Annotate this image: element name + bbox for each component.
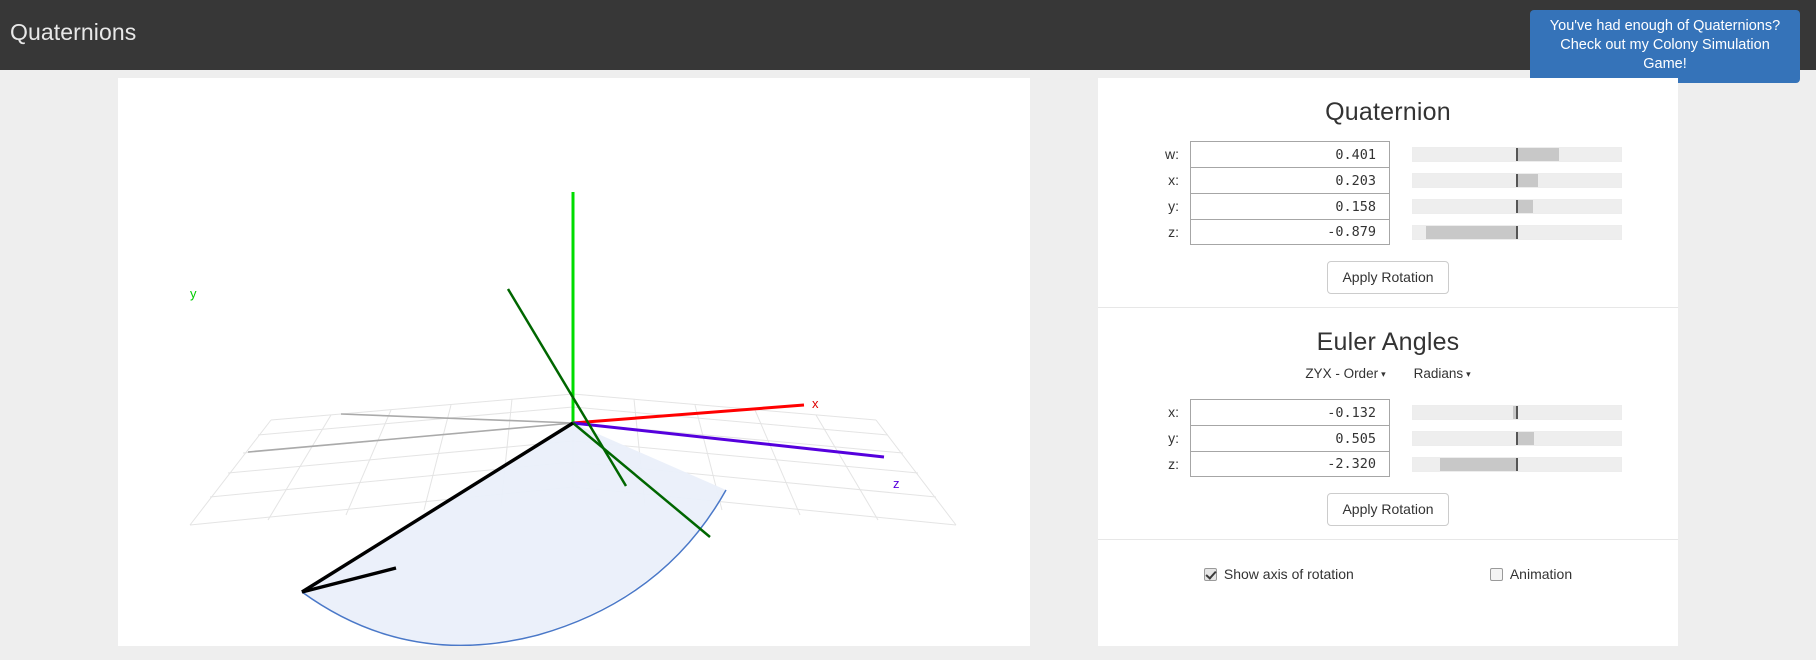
- option-animation[interactable]: Animation: [1489, 566, 1573, 582]
- quaternion-input-y[interactable]: [1190, 193, 1390, 219]
- option-show-axis-of-rotation[interactable]: Show axis of rotation: [1203, 566, 1354, 582]
- slider-fill: [1517, 199, 1534, 213]
- axis-x-line: [572, 403, 805, 425]
- slider-center-tick: [1516, 199, 1518, 213]
- euler-input-y[interactable]: [1190, 425, 1390, 451]
- options-row: Show axis of rotation Animation: [1098, 540, 1678, 582]
- slider-center-tick: [1516, 457, 1518, 471]
- quaternion-label-1: x:: [1168, 172, 1179, 188]
- euler-order-label: ZYX - Order: [1305, 366, 1379, 381]
- euler-fields: x: y: z:: [1098, 399, 1678, 477]
- euler-input-x[interactable]: [1190, 399, 1390, 425]
- slider-center-tick: [1516, 173, 1518, 187]
- axis-label-z: z: [893, 476, 900, 491]
- euler-apply-rotation-button[interactable]: Apply Rotation: [1327, 493, 1449, 526]
- quaternion-input-z[interactable]: [1190, 219, 1390, 245]
- quaternion-slider-z[interactable]: [1412, 224, 1622, 240]
- euler-slider-x[interactable]: [1412, 404, 1622, 420]
- euler-label-1: y:: [1168, 430, 1179, 446]
- quaternion-fields: w: x: y: z:: [1098, 141, 1678, 245]
- quaternion-label-0: w:: [1165, 146, 1179, 162]
- rotation-scene[interactable]: y x z: [118, 78, 1030, 646]
- top-navbar: Quaternions You've had enough of Quatern…: [0, 0, 1816, 83]
- euler-input-z[interactable]: [1190, 451, 1390, 477]
- quaternion-section: Quaternion w: x: y: z: Apply Rotation: [1098, 78, 1678, 308]
- euler-order-dropdown[interactable]: ZYX - Order ▾: [1305, 366, 1385, 381]
- euler-section: Euler Angles ZYX - Order▾ Radians▾ x:y:z…: [1098, 308, 1678, 540]
- quaternion-slider-x[interactable]: [1412, 172, 1622, 188]
- quaternion-input-w[interactable]: [1190, 141, 1390, 167]
- euler-label-2: z:: [1168, 456, 1179, 472]
- options-section: Show axis of rotation Animation: [1098, 540, 1678, 582]
- axis-label-y: y: [190, 286, 197, 301]
- euler-title: Euler Angles: [1316, 328, 1460, 356]
- grid-center-lines: [247, 413, 574, 453]
- quaternion-input-x[interactable]: [1190, 167, 1390, 193]
- chevron-down-icon: ▾: [1381, 369, 1386, 379]
- euler-slider-y[interactable]: [1412, 430, 1622, 446]
- euler-apply-row: Apply Rotation: [1098, 493, 1678, 526]
- quaternion-label-2: y:: [1168, 198, 1179, 214]
- euler-unit-dropdown[interactable]: Radians ▾: [1414, 366, 1471, 381]
- promo-colony-game-button[interactable]: You've had enough of Quaternions? Check …: [1530, 10, 1800, 83]
- rotation-viewport[interactable]: y x z: [118, 78, 1030, 646]
- euler-slider-z[interactable]: [1412, 456, 1622, 472]
- checkbox-icon[interactable]: [1203, 567, 1217, 581]
- slider-center-tick: [1516, 431, 1518, 445]
- slider-fill: [1440, 457, 1517, 471]
- checkbox-icon[interactable]: [1489, 567, 1503, 581]
- slider-fill: [1517, 147, 1559, 161]
- slider-center-tick: [1516, 147, 1518, 161]
- app-title: Quaternions: [10, 19, 137, 45]
- app-root: Quaternions You've had enough of Quatern…: [0, 0, 1816, 660]
- option-label: Show axis of rotation: [1223, 566, 1354, 582]
- promo-line-2: Check out my Colony Simulation Game!: [1560, 37, 1770, 72]
- slider-fill: [1517, 173, 1539, 187]
- euler-dropdown-row: ZYX - Order ▾ Radians ▾: [1098, 366, 1678, 381]
- quaternion-title: Quaternion: [1325, 98, 1451, 126]
- slider-center-tick: [1516, 225, 1518, 239]
- chevron-down-icon: ▾: [1466, 369, 1471, 379]
- rotation-sector-fill: [302, 423, 726, 645]
- quaternion-apply-row: Apply Rotation: [1098, 261, 1678, 294]
- quaternion-apply-rotation-button[interactable]: Apply Rotation: [1327, 261, 1449, 294]
- euler-label-0: x:: [1168, 404, 1179, 420]
- axis-label-x: x: [812, 396, 819, 411]
- option-label: Animation: [1509, 566, 1573, 582]
- controls-column: Quaternion w: x: y: z: Apply Rotation Euler…: [1098, 78, 1678, 646]
- promo-line-1: You've had enough of Quaternions?: [1549, 18, 1781, 34]
- quaternion-label-3: z:: [1168, 224, 1179, 240]
- euler-unit-label: Radians: [1413, 366, 1464, 381]
- slider-fill: [1425, 225, 1517, 239]
- quaternion-slider-y[interactable]: [1412, 198, 1622, 214]
- slider-fill: [1517, 431, 1534, 445]
- slider-center-tick: [1516, 405, 1518, 419]
- quaternion-slider-w[interactable]: [1412, 146, 1622, 162]
